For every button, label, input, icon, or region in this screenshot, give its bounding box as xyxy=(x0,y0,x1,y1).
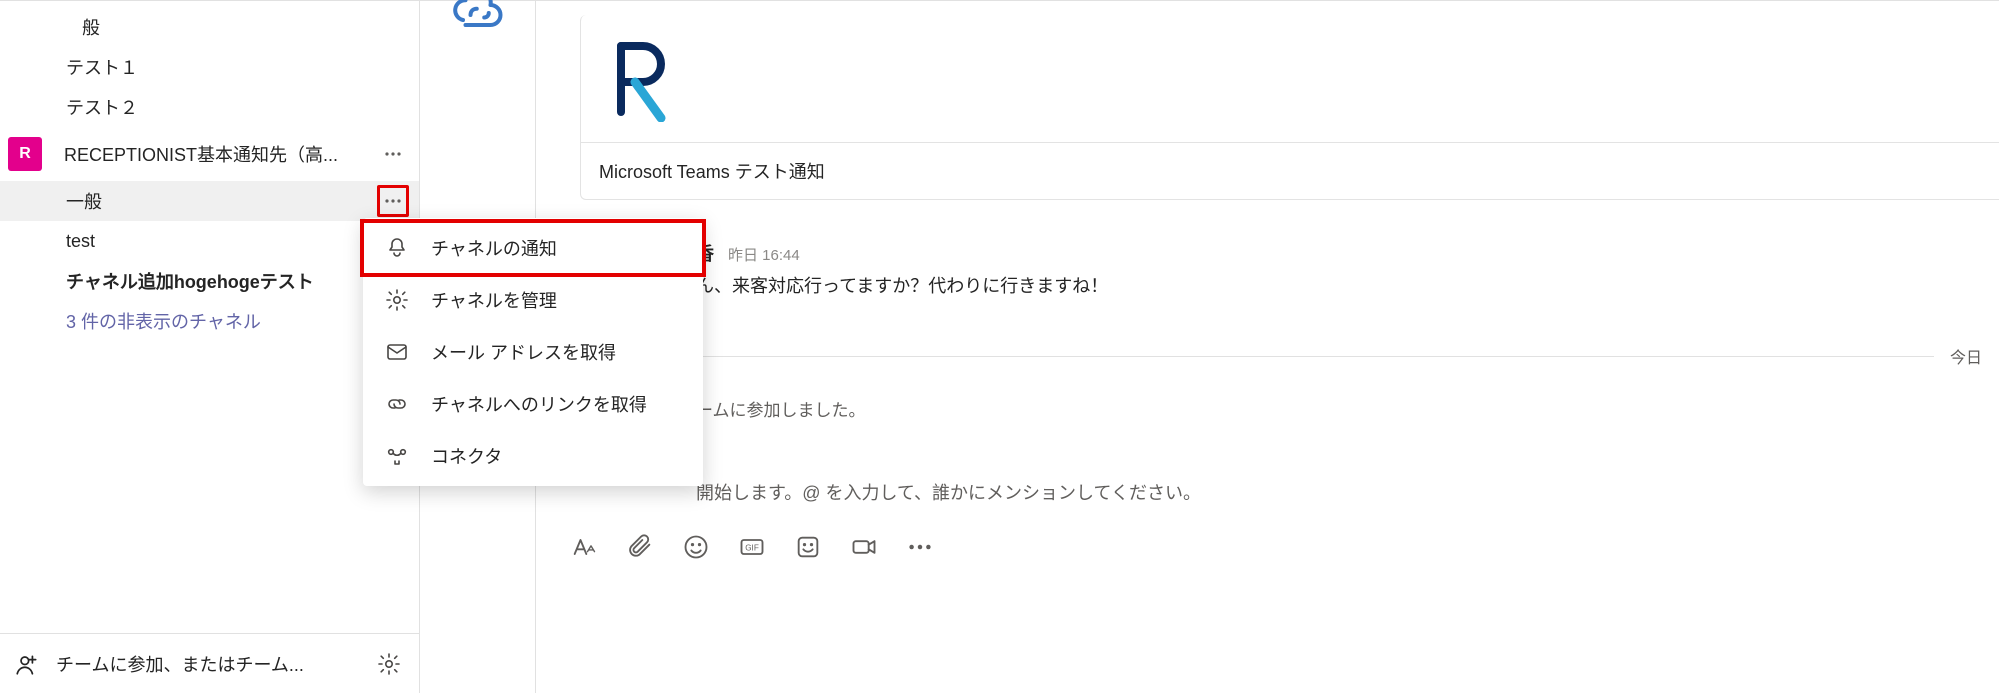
menu-item-link[interactable]: チャネルへのリンクを取得 xyxy=(363,378,703,430)
channel-label: 一般 xyxy=(66,188,102,214)
sidebar-footer: チームに参加、またはチーム... xyxy=(0,633,419,693)
menu-item-label: メール アドレスを取得 xyxy=(431,339,616,365)
menu-item-mail[interactable]: メール アドレスを取得 xyxy=(363,326,703,378)
rail-app-icon[interactable] xyxy=(448,0,508,35)
channel-more-button[interactable] xyxy=(377,185,409,217)
receptionist-logo-icon xyxy=(611,36,671,122)
channel-row[interactable]: 3 件の非表示のチャネル xyxy=(0,301,419,341)
channel-row[interactable]: test xyxy=(0,221,419,261)
date-separator: 今日 xyxy=(632,344,1999,368)
card-title: Microsoft Teams テスト通知 xyxy=(581,143,1999,199)
gif-button[interactable] xyxy=(738,533,766,561)
channel-row[interactable]: テスト２ xyxy=(0,87,419,127)
team-row[interactable]: R RECEPTIONIST基本通知先（高... xyxy=(0,127,419,181)
channel-label: test xyxy=(66,231,95,252)
gear-icon xyxy=(385,288,409,312)
menu-item-label: チャネルを管理 xyxy=(431,287,557,313)
compose-more-button[interactable] xyxy=(906,533,934,561)
channel-label: 般 xyxy=(82,14,100,40)
menu-item-gear[interactable]: チャネルを管理 xyxy=(363,274,703,326)
team-avatar: R xyxy=(8,137,42,171)
channel-sidebar: 般 テスト１ テスト２ R RECEPTIONIST基本通知先（高... 一般 t… xyxy=(0,1,420,693)
connector-icon xyxy=(385,444,409,468)
message-timestamp: 昨日 16:44 xyxy=(728,244,800,265)
channel-context-menu: チャネルの通知チャネルを管理メール アドレスを取得チャネルへのリンクを取得コネク… xyxy=(363,218,703,486)
sticker-button[interactable] xyxy=(794,533,822,561)
channel-row[interactable]: 般 xyxy=(0,7,419,47)
sidebar-settings-button[interactable] xyxy=(377,652,401,676)
separator-label: 今日 xyxy=(1950,344,1982,368)
message-row: 香 昨日 16:44 ん、来客対応行ってますか？代わりに行きますね！ xyxy=(696,240,1999,298)
menu-item-label: チャネルの通知 xyxy=(431,235,557,261)
system-joined-message: ームに参加しました。 xyxy=(696,396,1999,421)
conversation-pane: Microsoft Teams テスト通知 香 昨日 16:44 ん、来客対応行… xyxy=(536,1,1999,693)
link-icon xyxy=(385,392,409,416)
team-name: RECEPTIONIST基本通知先（高... xyxy=(64,141,377,167)
menu-item-label: コネクタ xyxy=(431,443,502,469)
compose-toolbar xyxy=(570,533,1999,561)
channel-label: テスト２ xyxy=(66,94,138,120)
channel-label: テスト１ xyxy=(66,54,138,80)
card-logo-row xyxy=(581,15,1999,143)
separator-line xyxy=(632,356,1934,357)
menu-item-bell[interactable]: チャネルの通知 xyxy=(363,222,703,274)
channel-row[interactable]: テスト１ xyxy=(0,47,419,87)
attach-button[interactable] xyxy=(626,533,654,561)
channel-label: チャネル追加hogehogeテスト xyxy=(66,268,314,294)
meet-now-button[interactable] xyxy=(850,533,878,561)
channel-label: 3 件の非表示のチャネル xyxy=(66,308,261,334)
bell-icon xyxy=(385,236,409,260)
join-team-icon[interactable] xyxy=(14,651,40,677)
menu-item-connector[interactable]: コネクタ xyxy=(363,430,703,482)
team-more-button[interactable] xyxy=(377,138,409,170)
emoji-button[interactable] xyxy=(682,533,710,561)
join-team-label[interactable]: チームに参加、またはチーム... xyxy=(56,651,377,677)
channel-row[interactable]: チャネル追加hogehogeテスト xyxy=(0,261,419,301)
notification-card: Microsoft Teams テスト通知 xyxy=(580,15,1999,200)
channel-row[interactable]: 一般 xyxy=(0,181,419,221)
message-body: ん、来客対応行ってますか？代わりに行きますね！ xyxy=(696,272,1999,298)
menu-item-label: チャネルへのリンクを取得 xyxy=(431,391,647,417)
mail-icon xyxy=(385,340,409,364)
compose-hint: 開始します。@ を入力して、誰かにメンションしてください。 xyxy=(696,479,1999,505)
format-button[interactable] xyxy=(570,533,598,561)
